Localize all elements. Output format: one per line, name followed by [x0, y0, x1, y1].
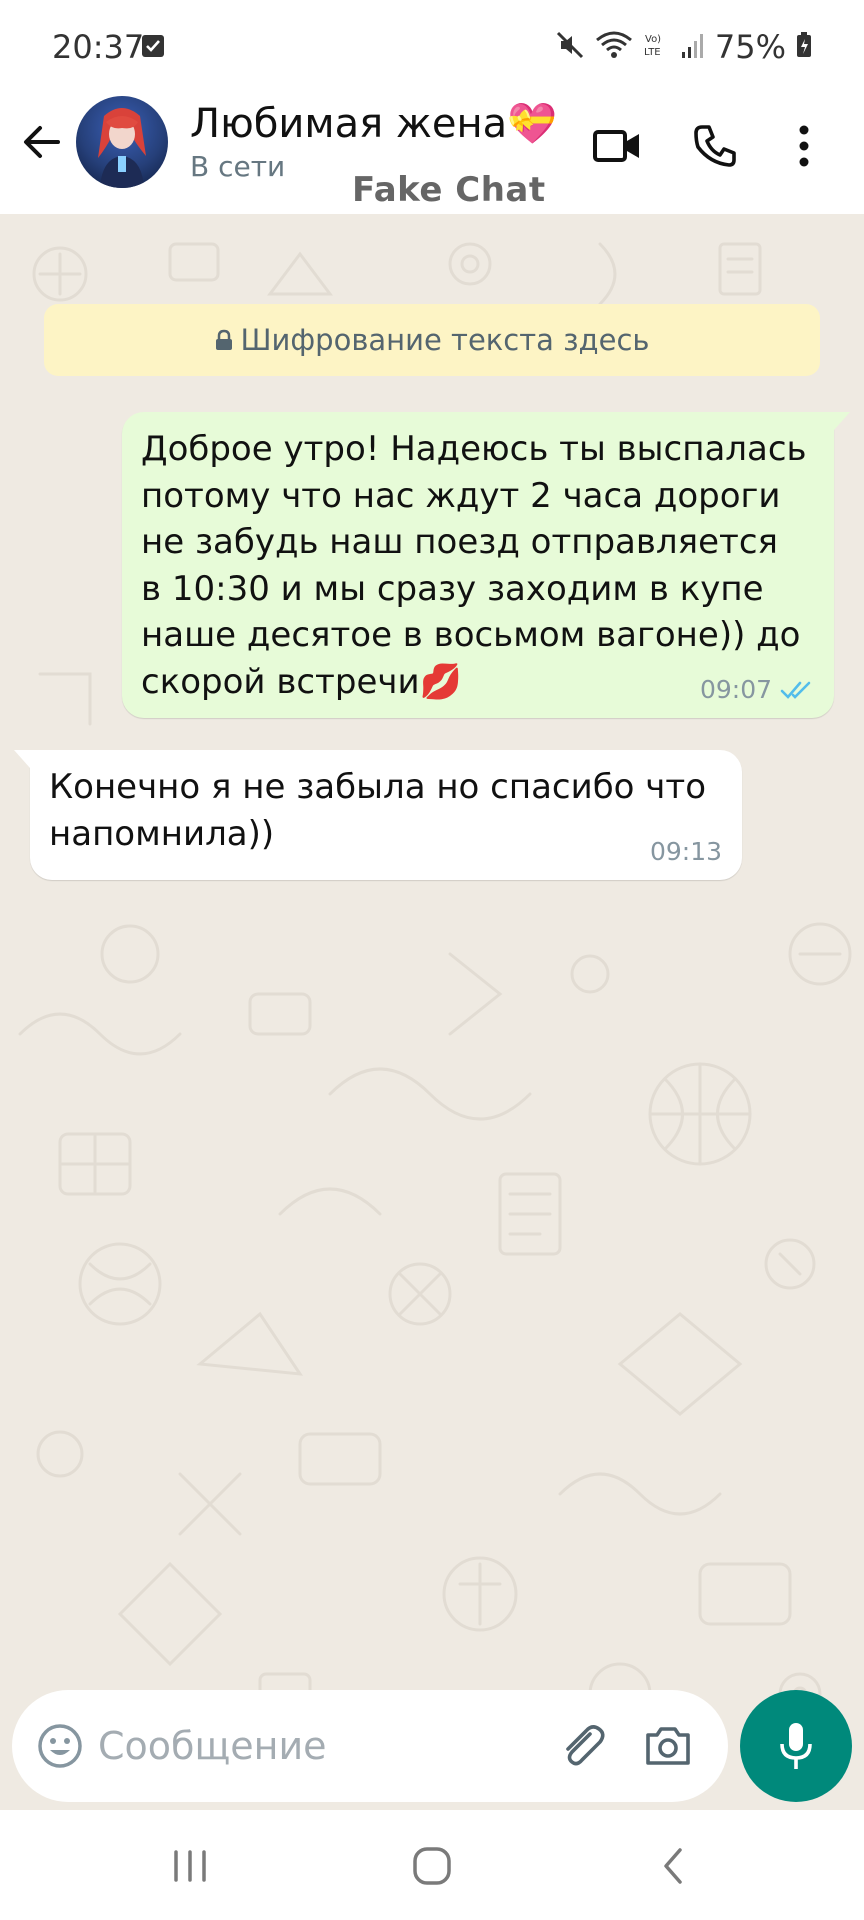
recents-icon: [174, 1850, 206, 1882]
emoji-button[interactable]: [36, 1722, 84, 1770]
back-button[interactable]: [14, 114, 70, 170]
status-bar: 20:37 Vo) LTE 75%: [0, 0, 864, 92]
more-vertical-icon: [799, 125, 809, 167]
message-time: 09:13: [649, 837, 722, 866]
incoming-message[interactable]: Конечно я не забыла но спасибо что напом…: [14, 750, 742, 880]
paperclip-icon: [566, 1725, 605, 1766]
microphone-icon: [780, 1723, 812, 1769]
emoji-icon: [38, 1724, 82, 1768]
video-call-button[interactable]: [585, 114, 649, 178]
mute-icon: [555, 30, 585, 64]
signal-icon: [681, 30, 705, 64]
message-text: Конечно я не забыла но спасибо что напом…: [49, 767, 706, 854]
message-time: 09:07: [699, 675, 772, 704]
outgoing-message[interactable]: Доброе утро! Надеюсь ты выспалась потому…: [122, 412, 850, 718]
lock-icon: [215, 329, 232, 350]
voice-call-button[interactable]: [683, 114, 747, 178]
back-arrow-icon: [24, 126, 60, 158]
home-icon: [413, 1847, 451, 1885]
volte-icon: Vo) LTE: [643, 30, 671, 64]
contact-name[interactable]: Любимая жена💝: [190, 100, 557, 147]
message-input[interactable]: [98, 1714, 538, 1778]
encryption-text: Шифрование текста здесь: [240, 323, 650, 357]
battery-icon: [796, 30, 812, 64]
notification-check-icon: [142, 35, 164, 57]
chat-area[interactable]: Шифрование текста здесь Доброе утро! Над…: [0, 214, 864, 1810]
app: 20:37 Vo) LTE 75% Любимая жена💝 В сети F…: [0, 0, 864, 1920]
camera-icon: [646, 1727, 690, 1765]
battery-percent: 75%: [714, 28, 786, 66]
system-nav-bar: [0, 1810, 864, 1920]
system-back-button[interactable]: [643, 1840, 703, 1892]
video-camera-icon: [593, 130, 639, 162]
wifi-icon: [595, 30, 633, 64]
message-meta: 09:13: [650, 837, 722, 866]
status-time: 20:37: [52, 28, 145, 66]
phone-icon: [694, 125, 736, 167]
attach-button[interactable]: [556, 1720, 608, 1772]
home-button[interactable]: [402, 1840, 462, 1892]
contact-avatar[interactable]: [76, 96, 168, 188]
back-chevron-icon: [664, 1848, 682, 1884]
voice-message-button[interactable]: [740, 1690, 852, 1802]
message-text: Доброе утро! Надеюсь ты выспалась потому…: [141, 429, 807, 702]
status-icons: Vo) LTE 75%: [555, 28, 812, 66]
more-options-button[interactable]: [782, 114, 826, 178]
svg-text:Vo): Vo): [645, 34, 661, 45]
double-check-read-icon: [780, 681, 811, 699]
chat-header: Любимая жена💝 В сети Fake Chat: [0, 92, 864, 214]
contact-status: В сети: [190, 150, 286, 183]
encryption-banner[interactable]: Шифрование текста здесь: [44, 304, 820, 376]
message-meta: 09:07: [700, 675, 814, 704]
camera-button[interactable]: [642, 1720, 694, 1772]
recent-apps-button[interactable]: [160, 1840, 220, 1892]
watermark: Fake Chat: [352, 170, 546, 210]
message-composer: [12, 1690, 728, 1802]
svg-text:LTE: LTE: [644, 47, 661, 58]
